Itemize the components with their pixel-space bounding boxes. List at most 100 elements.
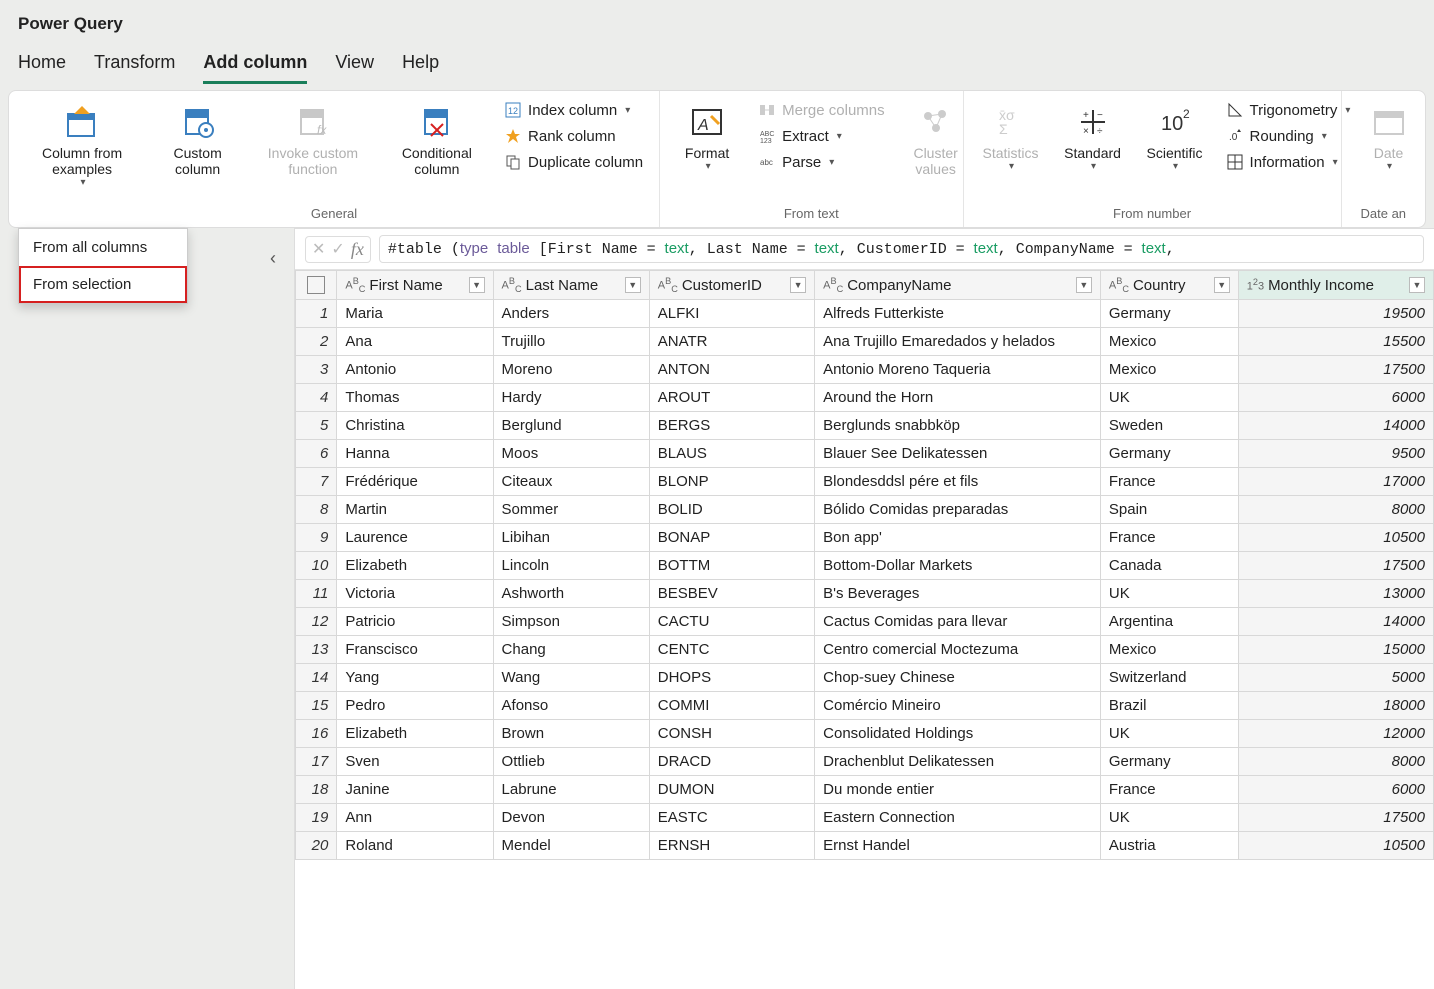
cell[interactable]: Wang (493, 664, 649, 692)
table-row[interactable]: 13FransciscoChangCENTCCentro comercial M… (296, 636, 1434, 664)
cell[interactable]: EASTC (649, 804, 814, 832)
column-filter-button[interactable]: ▼ (625, 277, 641, 293)
cell[interactable]: Martin (337, 496, 493, 524)
table-row[interactable]: 9LaurenceLibihanBONAPBon app'France10500 (296, 524, 1434, 552)
cell[interactable]: BERGS (649, 412, 814, 440)
table-row[interactable]: 20RolandMendelERNSHErnst HandelAustria10… (296, 832, 1434, 860)
table-row[interactable]: 11VictoriaAshworthBESBEVB's BeveragesUK1… (296, 580, 1434, 608)
column-header-first-name[interactable]: ABCFirst Name▼ (337, 271, 493, 300)
cell[interactable]: UK (1100, 384, 1238, 412)
cell[interactable]: Mexico (1100, 636, 1238, 664)
cell[interactable]: 19500 (1238, 300, 1433, 328)
cell[interactable]: Antonio (337, 356, 493, 384)
cell[interactable]: Chop-suey Chinese (815, 664, 1101, 692)
parse-button[interactable]: abcParse▾ (752, 151, 891, 173)
cell[interactable]: Ottlieb (493, 748, 649, 776)
cell[interactable]: DHOPS (649, 664, 814, 692)
cell[interactable]: Germany (1100, 300, 1238, 328)
cell[interactable]: 17000 (1238, 468, 1433, 496)
cell[interactable]: France (1100, 468, 1238, 496)
cell[interactable]: 12000 (1238, 720, 1433, 748)
cell[interactable]: Brazil (1100, 692, 1238, 720)
cell[interactable]: 8000 (1238, 496, 1433, 524)
table-row[interactable]: 18JanineLabruneDUMONDu monde entierFranc… (296, 776, 1434, 804)
table-row[interactable]: 6HannaMoosBLAUSBlauer See DelikatessenGe… (296, 440, 1434, 468)
cell[interactable]: Mendel (493, 832, 649, 860)
cell[interactable]: AROUT (649, 384, 814, 412)
column-header-last-name[interactable]: ABCLast Name▼ (493, 271, 649, 300)
cell[interactable]: BESBEV (649, 580, 814, 608)
format-button[interactable]: A Format ▾ (670, 99, 744, 176)
cell[interactable]: Patricio (337, 608, 493, 636)
cell[interactable]: Laurence (337, 524, 493, 552)
cell[interactable]: Hanna (337, 440, 493, 468)
rank-column-button[interactable]: Rank column (498, 125, 649, 147)
cell[interactable]: 10500 (1238, 524, 1433, 552)
cell[interactable]: Frédérique (337, 468, 493, 496)
table-row[interactable]: 3AntonioMorenoANTONAntonio Moreno Taquer… (296, 356, 1434, 384)
table-row[interactable]: 16ElizabethBrownCONSHConsolidated Holdin… (296, 720, 1434, 748)
cell[interactable]: Alfreds Futterkiste (815, 300, 1101, 328)
cancel-formula-button[interactable]: ✕ (312, 239, 325, 259)
cell[interactable]: ALFKI (649, 300, 814, 328)
from-selection-item[interactable]: From selection (19, 266, 187, 303)
column-header-monthly-income[interactable]: 123Monthly Income▼ (1238, 271, 1433, 300)
rounding-button[interactable]: .0Rounding▾ (1220, 125, 1357, 147)
tab-home[interactable]: Home (18, 52, 66, 84)
cell[interactable]: Trujillo (493, 328, 649, 356)
column-filter-button[interactable]: ▼ (1214, 277, 1230, 293)
cell[interactable]: BLONP (649, 468, 814, 496)
cell[interactable]: COMMI (649, 692, 814, 720)
cell[interactable]: Austria (1100, 832, 1238, 860)
table-row[interactable]: 1MariaAndersALFKIAlfreds FutterkisteGerm… (296, 300, 1434, 328)
table-row[interactable]: 5ChristinaBerglundBERGSBerglunds snabbkö… (296, 412, 1434, 440)
extract-button[interactable]: ABC123Extract▾ (752, 125, 891, 147)
cell[interactable]: BLAUS (649, 440, 814, 468)
cell[interactable]: Blauer See Delikatessen (815, 440, 1101, 468)
table-row[interactable]: 14YangWangDHOPSChop-suey ChineseSwitzerl… (296, 664, 1434, 692)
cell[interactable]: Sommer (493, 496, 649, 524)
cell[interactable]: Christina (337, 412, 493, 440)
cell[interactable]: Cactus Comidas para llevar (815, 608, 1101, 636)
column-from-examples-button[interactable]: Column from examples ▾ (19, 99, 145, 192)
cell[interactable]: 15000 (1238, 636, 1433, 664)
cell[interactable]: 15500 (1238, 328, 1433, 356)
tab-view[interactable]: View (335, 52, 374, 84)
cell[interactable]: UK (1100, 720, 1238, 748)
cell[interactable]: Berglunds snabbköp (815, 412, 1101, 440)
information-button[interactable]: Information▾ (1220, 151, 1357, 173)
commit-formula-button[interactable]: ✓ (331, 239, 344, 259)
tab-transform[interactable]: Transform (94, 52, 175, 84)
cell[interactable]: Spain (1100, 496, 1238, 524)
cell[interactable]: Roland (337, 832, 493, 860)
cell[interactable]: 10500 (1238, 832, 1433, 860)
column-header-customerid[interactable]: ABCCustomerID▼ (649, 271, 814, 300)
cell[interactable]: Bottom-Dollar Markets (815, 552, 1101, 580)
cell[interactable]: Janine (337, 776, 493, 804)
custom-column-button[interactable]: Custom column (153, 99, 242, 181)
cell[interactable]: UK (1100, 804, 1238, 832)
cell[interactable]: ANATR (649, 328, 814, 356)
cell[interactable]: 5000 (1238, 664, 1433, 692)
cell[interactable]: Franscisco (337, 636, 493, 664)
conditional-column-button[interactable]: Conditional column (384, 99, 490, 181)
cell[interactable]: 6000 (1238, 776, 1433, 804)
cell[interactable]: Blondesddsl pére et fils (815, 468, 1101, 496)
cell[interactable]: Ana (337, 328, 493, 356)
cell[interactable]: Ann (337, 804, 493, 832)
cell[interactable]: Thomas (337, 384, 493, 412)
cell[interactable]: Comércio Mineiro (815, 692, 1101, 720)
cell[interactable]: Lincoln (493, 552, 649, 580)
collapse-sidebar-button[interactable]: ‹ (270, 248, 276, 269)
trigonometry-button[interactable]: Trigonometry▾ (1220, 99, 1357, 121)
select-all-corner[interactable] (296, 271, 337, 300)
cell[interactable]: Pedro (337, 692, 493, 720)
cell[interactable]: 17500 (1238, 356, 1433, 384)
cell[interactable]: Ashworth (493, 580, 649, 608)
cell[interactable]: Libihan (493, 524, 649, 552)
table-row[interactable]: 2AnaTrujilloANATRAna Trujillo Emaredados… (296, 328, 1434, 356)
cell[interactable]: BOLID (649, 496, 814, 524)
cell[interactable]: Consolidated Holdings (815, 720, 1101, 748)
table-row[interactable]: 7FrédériqueCiteauxBLONPBlondesddsl pére … (296, 468, 1434, 496)
cell[interactable]: 14000 (1238, 412, 1433, 440)
